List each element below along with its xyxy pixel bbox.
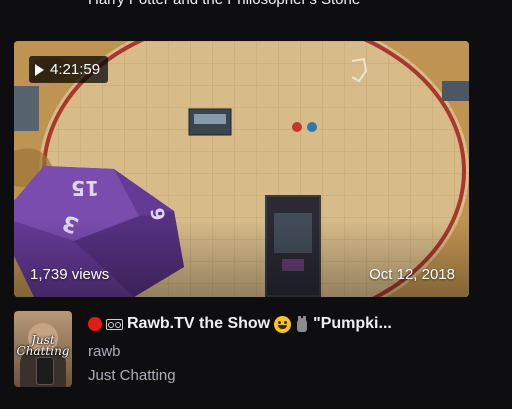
video-title-text: Rawb.TV the Show: [127, 315, 271, 332]
smile-emoji-icon: [274, 315, 292, 333]
cat-emoji-icon: [295, 316, 309, 332]
video-info: Just Chatting Rawb.TV the Show "Pumpki..…: [14, 311, 474, 391]
video-title[interactable]: Rawb.TV the Show "Pumpki...: [88, 313, 474, 335]
red-circle-icon: [88, 317, 102, 331]
previous-video-card[interactable]: Harry Potter and the Philosopher's Stone: [0, 0, 512, 12]
previous-video-title[interactable]: Harry Potter and the Philosopher's Stone: [88, 0, 468, 8]
category-link[interactable]: Just Chatting: [88, 367, 176, 385]
tape-icon: [106, 318, 123, 330]
duration-badge: 4:21:59: [29, 56, 109, 83]
upload-date-badge: Oct 12, 2018: [369, 266, 455, 283]
avatar-logo-text: Just Chatting: [16, 333, 70, 358]
view-count-badge: 1,739 views: [30, 266, 110, 283]
channel-name-link[interactable]: rawb: [88, 343, 121, 361]
play-icon: [35, 63, 44, 76]
avatar-cup: [36, 357, 54, 385]
duration-text: 4:21:59: [50, 61, 101, 78]
video-feed: Harry Potter and the Philosopher's Stone: [0, 0, 512, 409]
video-title-suffix: "Pumpki...: [313, 315, 392, 332]
channel-avatar[interactable]: Just Chatting: [14, 311, 72, 387]
